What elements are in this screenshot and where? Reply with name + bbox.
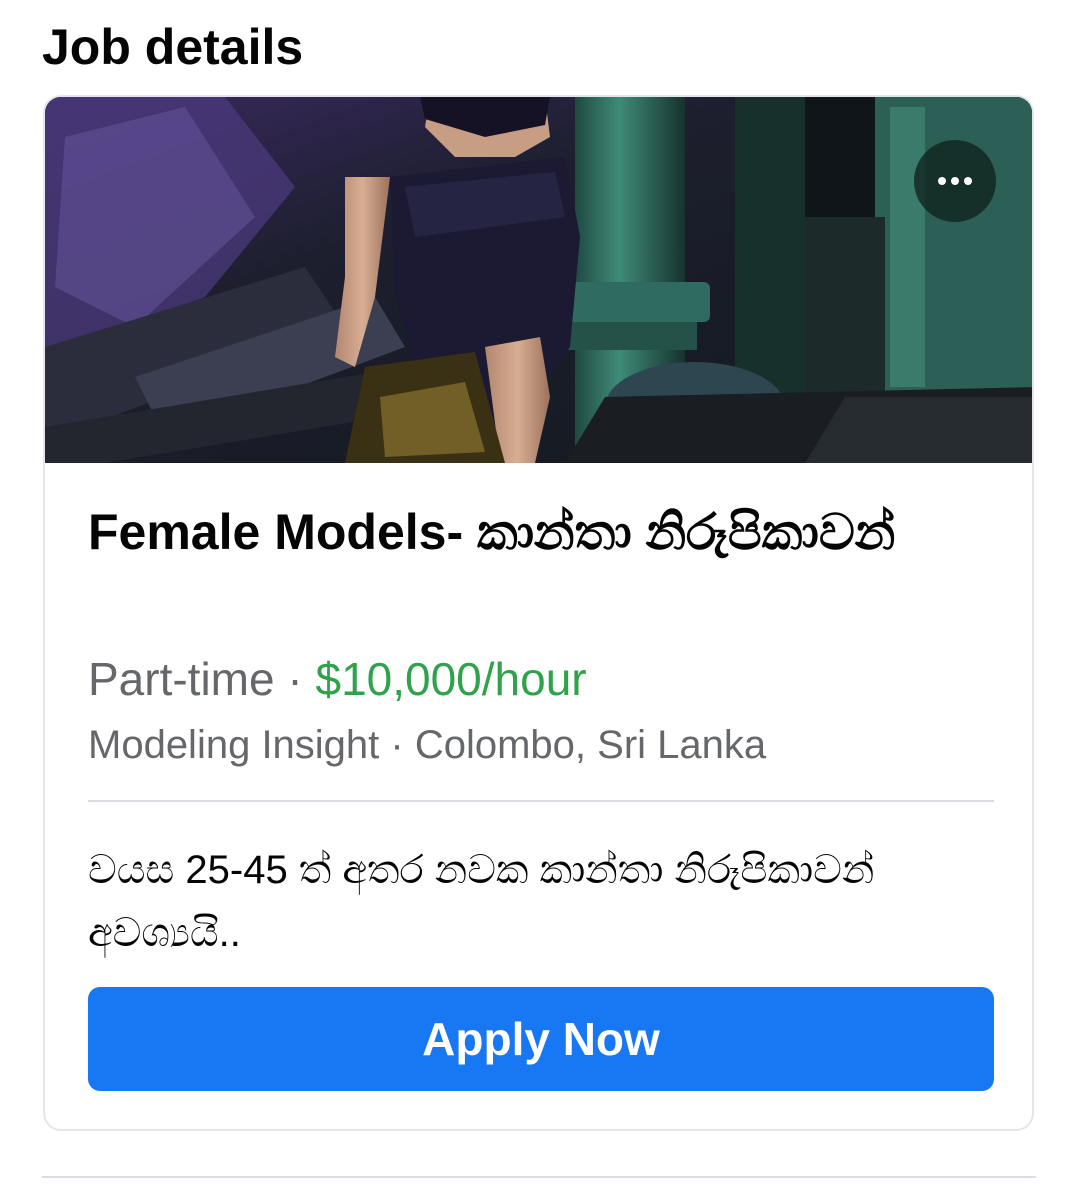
page-title: Job details [42, 19, 304, 75]
job-title: Female Models- කාන්තා නිරූපිකාවන් [88, 504, 896, 560]
job-card: Female Models- කාන්තා නිරූපිකාවන් Part-t… [43, 95, 1034, 1131]
meta-separator: · [274, 653, 316, 705]
job-pay: $10,000/hour [315, 653, 587, 705]
employment-type: Part-time [88, 653, 275, 705]
job-details-page: Job details Female Models- කාන්තා නිරූපි… [0, 0, 1079, 1193]
company-location: Modeling Insight · Colombo, Sri Lanka [88, 717, 766, 773]
more-options-icon [938, 177, 972, 185]
job-photo [45, 97, 1032, 463]
more-options-button[interactable] [914, 140, 996, 222]
apply-now-button[interactable]: Apply Now [88, 987, 994, 1091]
company-separator: · [379, 723, 415, 767]
job-location: Colombo, Sri Lanka [414, 723, 767, 767]
section-divider [42, 1176, 1036, 1178]
company-name: Modeling Insight [88, 723, 380, 767]
divider [88, 800, 994, 802]
job-meta: Part-time · $10,000/hour [88, 649, 587, 709]
job-description: වයස 25-45 ත් අතර නවක කාන්තා නිරූපිකාවන් … [88, 848, 875, 955]
